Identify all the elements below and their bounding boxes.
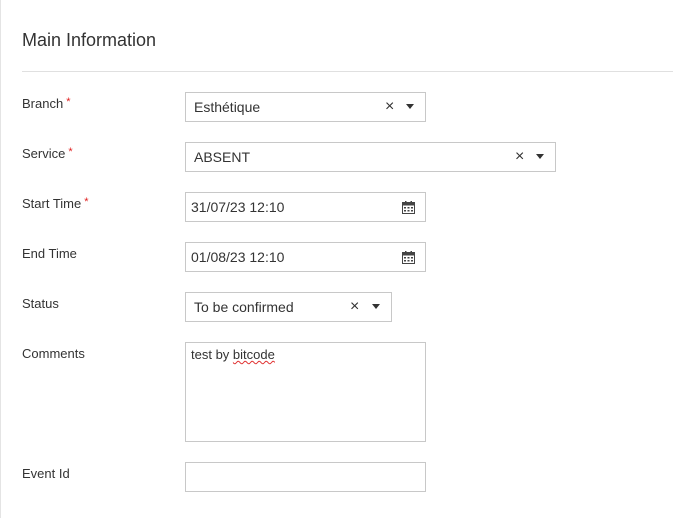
event-id-input[interactable]	[185, 462, 426, 492]
end-time-value: 01/08/23 12:10	[191, 249, 285, 265]
chevron-down-icon[interactable]	[406, 104, 414, 109]
service-label-text: Service	[22, 146, 66, 161]
status-select-value: To be confirmed	[194, 299, 294, 315]
section-title: Main Information	[22, 30, 157, 50]
status-label: Status	[22, 296, 59, 311]
clear-icon[interactable]: ×	[385, 99, 394, 115]
status-select[interactable]: To be confirmed ×	[185, 292, 392, 322]
section-divider	[22, 71, 673, 72]
required-marker: *	[84, 196, 89, 208]
end-time-label-text: End Time	[22, 246, 77, 261]
service-label: Service *	[22, 146, 73, 161]
clear-icon[interactable]: ×	[515, 149, 524, 165]
end-time-input[interactable]: 01/08/23 12:10	[185, 242, 426, 272]
clear-icon[interactable]: ×	[350, 299, 359, 315]
comments-text: test by	[191, 347, 233, 362]
start-time-input[interactable]: 31/07/23 12:10	[185, 192, 426, 222]
chevron-down-icon[interactable]	[536, 154, 544, 159]
chevron-down-icon[interactable]	[372, 304, 380, 309]
comments-label-text: Comments	[22, 346, 85, 361]
service-select-value: ABSENT	[194, 149, 251, 165]
status-label-text: Status	[22, 296, 59, 311]
branch-select[interactable]: Esthétique ×	[185, 92, 426, 122]
comments-textarea[interactable]: test by bitcode	[185, 342, 426, 442]
branch-label: Branch *	[22, 96, 70, 111]
event-id-label-text: Event Id	[22, 466, 70, 481]
required-marker: *	[68, 146, 73, 158]
start-time-label-text: Start Time	[22, 196, 82, 211]
main-information-form: Main Information Branch * Esthétique × Se…	[0, 0, 673, 518]
branch-select-value: Esthétique	[194, 99, 261, 115]
required-marker: *	[66, 96, 71, 108]
service-select[interactable]: ABSENT ×	[185, 142, 556, 172]
comments-misspelled-word: bitcode	[232, 347, 275, 362]
calendar-icon[interactable]	[402, 251, 415, 264]
event-id-label: Event Id	[22, 466, 70, 481]
comments-label: Comments	[22, 346, 85, 361]
end-time-label: End Time	[22, 246, 77, 261]
start-time-label: Start Time *	[22, 196, 89, 211]
branch-label-text: Branch	[22, 96, 64, 111]
start-time-value: 31/07/23 12:10	[191, 199, 285, 215]
calendar-icon[interactable]	[402, 201, 415, 214]
